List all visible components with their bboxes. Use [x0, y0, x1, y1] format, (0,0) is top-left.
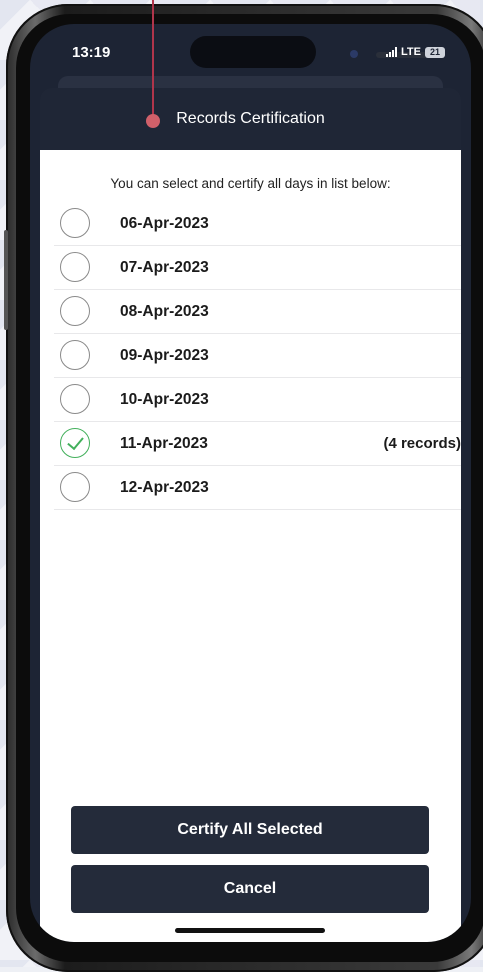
battery-icon: 21 [425, 46, 445, 58]
radio-icon[interactable] [60, 296, 90, 326]
day-date: 07-Apr-2023 [120, 259, 209, 276]
radio-icon[interactable] [60, 384, 90, 414]
home-indicator[interactable] [175, 928, 325, 933]
day-row[interactable]: 11-Apr-2023 (4 records) [54, 422, 461, 466]
dynamic-island [190, 36, 438, 68]
annotation-line [152, 0, 154, 116]
day-date: 11-Apr-2023 [120, 435, 208, 452]
status-time: 13:19 [72, 44, 111, 61]
modal-title: Records Certification [176, 110, 325, 127]
day-row[interactable]: 06-Apr-2023 [54, 202, 461, 246]
radio-icon[interactable] [60, 208, 90, 238]
certify-all-selected-button[interactable]: Certify All Selected [71, 806, 429, 854]
radio-icon[interactable] [60, 340, 90, 370]
day-row[interactable]: 10-Apr-2023 [54, 378, 461, 422]
modal-header: Records Certification [40, 88, 461, 150]
day-date: 08-Apr-2023 [120, 303, 209, 320]
day-row[interactable]: 12-Apr-2023 [54, 466, 461, 510]
instructions-text: You can select and certify all days in l… [110, 176, 391, 191]
camera-icon [350, 50, 358, 58]
day-date: 10-Apr-2023 [120, 391, 209, 408]
signal-icon [386, 47, 398, 57]
day-row[interactable]: 08-Apr-2023 [54, 290, 461, 334]
radio-icon[interactable] [60, 472, 90, 502]
annotation-dot [146, 114, 160, 128]
cancel-button[interactable]: Cancel [71, 865, 429, 913]
status-indicators: LTE 21 [386, 46, 445, 58]
modal-content: You can select and certify all days in l… [40, 150, 461, 942]
day-row[interactable]: 09-Apr-2023 [54, 334, 461, 378]
status-bar: 13:19 LTE 21 [30, 24, 471, 84]
day-date: 09-Apr-2023 [120, 347, 209, 364]
day-date: 06-Apr-2023 [120, 215, 209, 232]
record-count: (4 records) [383, 435, 461, 452]
day-date: 12-Apr-2023 [120, 479, 209, 496]
day-row[interactable]: 07-Apr-2023 [54, 246, 461, 290]
network-label: LTE [401, 46, 421, 58]
day-list: 06-Apr-2023 07-Apr-2023 08-Apr-2023 09-Apr-… [40, 202, 461, 510]
phone-screen: 13:19 LTE 21 Records Certification You c… [30, 24, 471, 942]
radio-icon[interactable] [60, 252, 90, 282]
checked-radio-icon[interactable] [60, 428, 90, 458]
volume-button [4, 230, 8, 330]
